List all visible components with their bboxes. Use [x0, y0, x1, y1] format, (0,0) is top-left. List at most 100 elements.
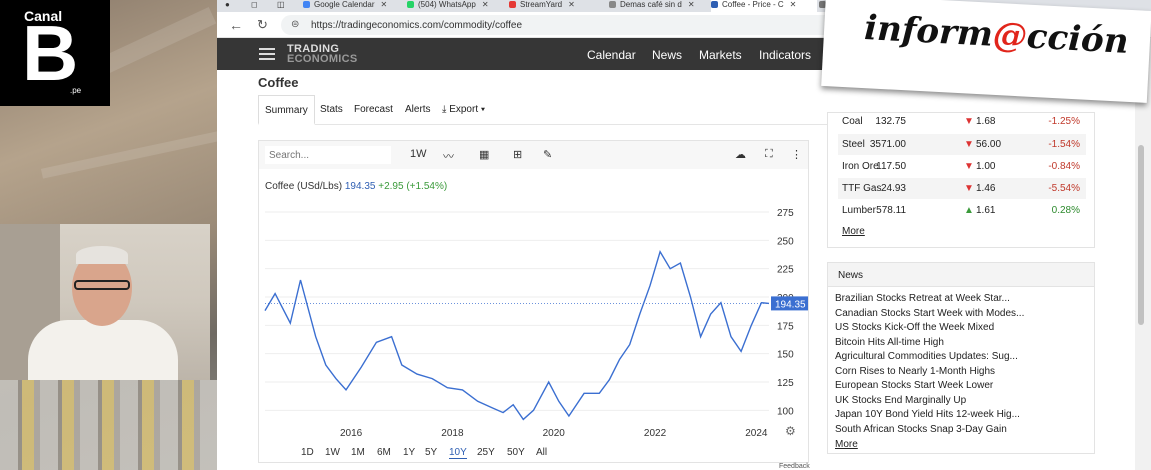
range-all[interactable]: All: [536, 447, 547, 458]
range-1y[interactable]: 1Y: [403, 447, 415, 458]
more-options-icon[interactable]: ⋮: [791, 148, 802, 161]
fullscreen-icon[interactable]: ⛶: [765, 148, 773, 161]
export-dropdown[interactable]: ⤓ Export ▾: [442, 104, 485, 115]
table-row[interactable]: Steel 3571.00 ▼ 56.00 -1.54%: [838, 134, 1086, 155]
webcam-feed: [0, 224, 210, 380]
nav-indicators[interactable]: Indicators: [759, 48, 811, 62]
tab-summary[interactable]: Summary: [258, 95, 315, 125]
news-item[interactable]: US Stocks Kick-Off the Week Mixed: [835, 322, 994, 333]
reload-icon[interactable]: ↻: [257, 17, 268, 33]
nav-news[interactable]: News: [652, 48, 682, 62]
range-1m[interactable]: 1M: [351, 447, 365, 458]
logo-part: inform: [863, 8, 994, 55]
news-item[interactable]: Agricultural Commodities Updates: Sug...: [835, 351, 1018, 362]
table-row[interactable]: TTF Gas 24.93 ▼ 1.46 -5.54%: [838, 178, 1086, 199]
x-tick-label: 2024: [745, 428, 768, 439]
chart-type-line-icon[interactable]: 〰: [443, 148, 454, 164]
cloud-download-icon[interactable]: ☁: [735, 148, 746, 161]
chart-search-input[interactable]: [265, 146, 391, 164]
commodity-change: 1.68: [976, 116, 996, 127]
news-item[interactable]: UK Stocks End Marginally Up: [835, 395, 966, 406]
channel-logo: Canal B .pe: [0, 0, 110, 106]
tab-list-icon[interactable]: ◫: [277, 0, 285, 12]
download-icon: ⤓: [442, 104, 447, 115]
commodity-pct: -1.54%: [1048, 139, 1080, 150]
tab-label: (504) WhatsApp: [418, 0, 476, 9]
hamburger-menu-icon[interactable]: [259, 48, 275, 60]
tab-close-icon[interactable]: ✕: [568, 0, 575, 9]
tradingeconomics-icon: [711, 1, 718, 9]
site-logo[interactable]: TRADING ECONOMICS: [287, 44, 358, 65]
tab-streamyard[interactable]: StreamYard ✕: [509, 0, 605, 12]
range-10y[interactable]: 10Y: [449, 447, 467, 459]
commodity-pct: -0.84%: [1048, 161, 1080, 172]
back-arrow-icon[interactable]: ←: [229, 17, 243, 33]
chart-settings-icon[interactable]: ⚙: [785, 424, 796, 438]
feedback-link[interactable]: Feedback: [779, 463, 810, 470]
tab-close-icon[interactable]: ✕: [688, 0, 695, 9]
site-info-icon[interactable]: ⊜: [291, 19, 299, 30]
calendar-icon[interactable]: ▦: [479, 148, 489, 161]
add-compare-icon[interactable]: ⊞: [513, 148, 522, 161]
chart-toolbar: 1W 〰 ▦ ⊞ ✎ ☁ ⛶ ⋮: [259, 141, 808, 169]
webcam-person-hair: [76, 246, 128, 264]
url-text[interactable]: https://tradingeconomics.com/commodity/c…: [311, 20, 522, 31]
price-chart[interactable]: 1001251501752002252502752016201820202022…: [259, 171, 808, 443]
scrollbar-thumb[interactable]: [1138, 145, 1144, 325]
commodity-change: 1.61: [976, 205, 996, 216]
profile-icon[interactable]: ●: [225, 0, 230, 12]
table-row[interactable]: Iron Ore 117.50 ▼ 1.00 -0.84%: [838, 156, 1086, 177]
url-field[interactable]: ⊜ https://tradingeconomics.com/commodity…: [281, 15, 841, 35]
news-panel: News Brazilian Stocks Retreat at Week St…: [827, 262, 1095, 454]
news-item[interactable]: Brazilian Stocks Retreat at Week Star...: [835, 293, 1010, 304]
logo-part: cción: [1025, 16, 1130, 62]
table-row[interactable]: Coal 132.75 ▼ 1.68 -1.25%: [838, 111, 1086, 132]
y-tick-label: 125: [777, 378, 794, 389]
table-row[interactable]: Lumber 578.11 ▲ 1.61 0.28%: [838, 200, 1086, 221]
range-6m[interactable]: 6M: [377, 447, 391, 458]
caret-down-icon: ▾: [480, 104, 486, 115]
commodity-change: 1.00: [976, 161, 996, 172]
tools-icon[interactable]: ✎: [543, 148, 552, 161]
news-item[interactable]: Corn Rises to Nearly 1-Month Highs: [835, 366, 995, 377]
tab-google-calendar[interactable]: Google Calendar ✕: [303, 0, 403, 12]
tab-forecast[interactable]: Forecast: [354, 104, 393, 115]
period-selector[interactable]: 1W: [410, 148, 427, 160]
range-25y[interactable]: 25Y: [477, 447, 495, 458]
tab-label: Google Calendar: [314, 0, 375, 9]
background-road: [40, 131, 220, 179]
range-5y[interactable]: 5Y: [425, 447, 437, 458]
news-item[interactable]: South African Stocks Snap 3-Day Gain: [835, 424, 1007, 435]
tab-close-icon[interactable]: ✕: [482, 0, 489, 9]
tab-close-icon[interactable]: ✕: [380, 0, 387, 9]
commodity-value: 132.75: [875, 116, 906, 127]
tab-close-icon[interactable]: ✕: [790, 0, 797, 9]
news-item[interactable]: Canadian Stocks Start Week with Modes...: [835, 308, 1024, 319]
tab-stats[interactable]: Stats: [320, 104, 343, 115]
series-line: [264, 249, 770, 421]
nav-calendar[interactable]: Calendar: [587, 48, 636, 62]
commodity-pct: -5.54%: [1048, 183, 1080, 194]
whatsapp-icon: [407, 1, 414, 9]
tab-alerts[interactable]: Alerts: [405, 104, 431, 115]
commodity-pct: -1.25%: [1048, 116, 1080, 127]
nav-markets[interactable]: Markets: [699, 48, 742, 62]
range-1d[interactable]: 1D: [301, 447, 314, 458]
news-item[interactable]: European Stocks Start Week Lower: [835, 380, 993, 391]
tab-whatsapp[interactable]: (504) WhatsApp ✕: [407, 0, 505, 12]
news-title: News: [838, 270, 864, 281]
tab-demas-cafe[interactable]: Demas café sin d ✕: [609, 0, 709, 12]
commodities-more-link[interactable]: More: [842, 226, 865, 237]
webcam-person-shirt: [28, 320, 178, 380]
news-item[interactable]: Bitcoin Hits All-time High: [835, 337, 944, 348]
news-item[interactable]: Japan 10Y Bond Yield Hits 12-week Hig...: [835, 409, 1020, 420]
range-50y[interactable]: 50Y: [507, 447, 525, 458]
background-containers: [0, 380, 217, 470]
tab-coffee-price[interactable]: Coffee - Price - C ✕: [711, 0, 817, 12]
brand-line2: ECONOMICS: [287, 53, 358, 65]
news-more-link[interactable]: More: [835, 439, 858, 450]
range-1w[interactable]: 1W: [325, 447, 340, 458]
arrow-down-icon: ▼: [964, 161, 974, 172]
extensions-icon[interactable]: ◻: [251, 0, 258, 12]
news-header: News: [828, 263, 1094, 287]
